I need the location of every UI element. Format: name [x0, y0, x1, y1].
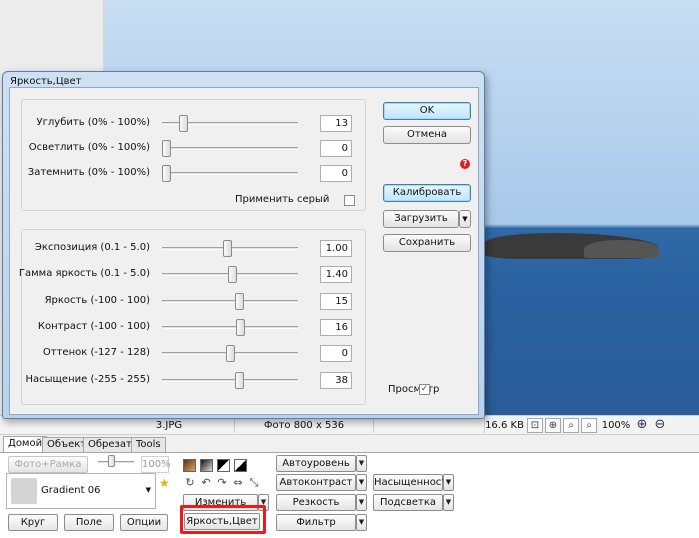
slider-label: Гамма яркость (0.1 - 5.0) [18, 268, 150, 280]
auto-level-button[interactable]: Автоуровень [276, 455, 356, 472]
zoom-reset-icon[interactable]: ⌕ [581, 418, 597, 433]
slider-label: Яркость (-100 - 100) [44, 294, 150, 306]
slider-value-input[interactable]: 16 [320, 318, 352, 336]
zoom-fit-icon[interactable]: ⊕ [545, 418, 561, 433]
slider-label: Экспозиция (0.1 - 5.0) [34, 242, 150, 253]
saturation-button[interactable]: Насыщенность [373, 474, 453, 491]
rotate-left-icon[interactable]: ↶ [200, 477, 212, 489]
rotate-right-icon[interactable]: ↷ [216, 477, 228, 489]
highlight-dropdown[interactable]: ▼ [443, 494, 454, 511]
slider-thumb[interactable] [235, 292, 244, 310]
slider-value-input[interactable]: 1.00 [320, 240, 352, 257]
slider-thumb[interactable] [162, 140, 171, 157]
slider-value-input[interactable]: 0 [320, 345, 352, 363]
auto-contrast-dropdown[interactable]: ▼ [356, 474, 367, 491]
cancel-button[interactable]: Отмена [383, 126, 471, 144]
slider-label: Углубить (0% - 100%) [36, 117, 150, 128]
opacity-slider-thumb[interactable] [108, 455, 115, 467]
slider-label: Затемнить (0% - 100%) [27, 167, 150, 178]
opacity-slider-track[interactable] [98, 461, 134, 464]
opacity-value[interactable]: 100% [141, 456, 171, 473]
slider-value-input[interactable]: 0 [320, 140, 352, 157]
circle-button[interactable]: Круг [8, 514, 58, 531]
load-button[interactable]: Загрузить [383, 210, 459, 228]
highlight-box [180, 505, 266, 534]
flip-icon[interactable]: ⇔ [232, 477, 244, 489]
sharpness-button[interactable]: Резкость [276, 494, 356, 511]
save-button[interactable]: Сохранить [383, 234, 471, 252]
fit-icon[interactable]: ⊡ [527, 418, 543, 433]
filter-dropdown[interactable]: ▼ [356, 514, 367, 531]
load-dropdown[interactable]: ▼ [459, 210, 471, 228]
slider-track[interactable] [162, 172, 298, 175]
tab-home[interactable]: Домой [3, 436, 48, 453]
grayscale-icon[interactable] [200, 459, 213, 472]
rocks-shape-2 [584, 240, 659, 258]
slider-label: Контраст (-100 - 100) [37, 320, 150, 332]
slider-thumb[interactable] [226, 345, 235, 363]
star-icon[interactable]: ★ [159, 476, 170, 490]
slider-value-input[interactable]: 0 [320, 165, 352, 182]
slider-thumb[interactable] [228, 266, 237, 284]
apply-gray-label: Применить серый [235, 194, 330, 205]
slider-label: Осветлить (0% - 100%) [28, 142, 150, 153]
black-white-icon[interactable] [217, 459, 230, 472]
zoom-out-icon[interactable]: ⊖ [652, 418, 668, 433]
status-zoom: 100% [601, 420, 631, 431]
tab-tools[interactable]: Tools [131, 437, 166, 452]
status-filename: 3.JPG [155, 420, 183, 431]
negative-icon[interactable] [234, 459, 247, 472]
status-dimensions: Фото 800 x 536 [234, 418, 374, 433]
preview-label: Просмотр [388, 384, 440, 395]
gradient-label: Gradient 06 [41, 485, 101, 496]
slider-value-input[interactable]: 38 [320, 371, 352, 389]
chevron-down-icon: ▼ [145, 486, 151, 494]
sepia-icon[interactable] [183, 459, 196, 472]
slider-thumb[interactable] [223, 240, 232, 257]
slider-label: Насыщение (-255 - 255) [25, 373, 150, 385]
slider-thumb[interactable] [179, 115, 188, 132]
resize-icon[interactable]: ⤡ [248, 477, 260, 489]
filter-button[interactable]: Фильтр [276, 514, 356, 531]
saturation-dropdown[interactable]: ▼ [443, 474, 454, 491]
slider-track[interactable] [162, 299, 298, 303]
sharpness-dropdown[interactable]: ▼ [356, 494, 367, 511]
preview-checkbox[interactable]: ✓ [419, 384, 430, 395]
slider-track[interactable] [162, 378, 298, 382]
apply-gray-checkbox[interactable] [344, 195, 355, 206]
slider-thumb[interactable] [162, 165, 171, 182]
zoom-in-icon[interactable]: ⊕ [634, 418, 650, 433]
gradient-select[interactable]: Gradient 06 ▼ [6, 473, 156, 509]
photo-frame-button[interactable]: Фото+Рамка [8, 456, 88, 473]
slider-value-input[interactable]: 15 [320, 292, 352, 310]
auto-level-dropdown[interactable]: ▼ [356, 455, 367, 472]
dialog-title: Яркость,Цвет [10, 76, 82, 87]
status-filesize: 16.6 KB [484, 418, 524, 433]
options-button[interactable]: Опции [120, 514, 168, 531]
highlight-button[interactable]: Подсветка [373, 494, 443, 511]
slider-track[interactable] [162, 147, 298, 150]
slider-value-input[interactable]: 1.40 [320, 266, 352, 284]
slider-track[interactable] [162, 325, 298, 329]
ok-button[interactable]: OK [383, 102, 471, 120]
field-button[interactable]: Поле [64, 514, 114, 531]
brightness-color-dialog: Яркость,Цвет Применить серый Просмотр ✓ … [2, 71, 485, 419]
slider-thumb[interactable] [236, 318, 245, 336]
dialog-body: Применить серый Просмотр ✓ OK Отмена ? К… [9, 87, 479, 415]
slider-label: Оттенок (-127 - 128) [42, 347, 150, 359]
slider-value-input[interactable]: 13 [320, 115, 352, 132]
slider-thumb[interactable] [235, 371, 244, 389]
auto-contrast-button[interactable]: Автоконтраст [276, 474, 356, 491]
help-icon[interactable]: ? [460, 159, 470, 169]
gradient-swatch [11, 478, 37, 504]
rotate-icon[interactable]: ↻ [184, 477, 196, 489]
zoom-actual-icon[interactable]: ⌕ [563, 418, 579, 433]
ribbon-tabs: Домой Объект Обрезать Tools [0, 436, 699, 453]
calibrate-button[interactable]: Калибровать [383, 184, 471, 202]
